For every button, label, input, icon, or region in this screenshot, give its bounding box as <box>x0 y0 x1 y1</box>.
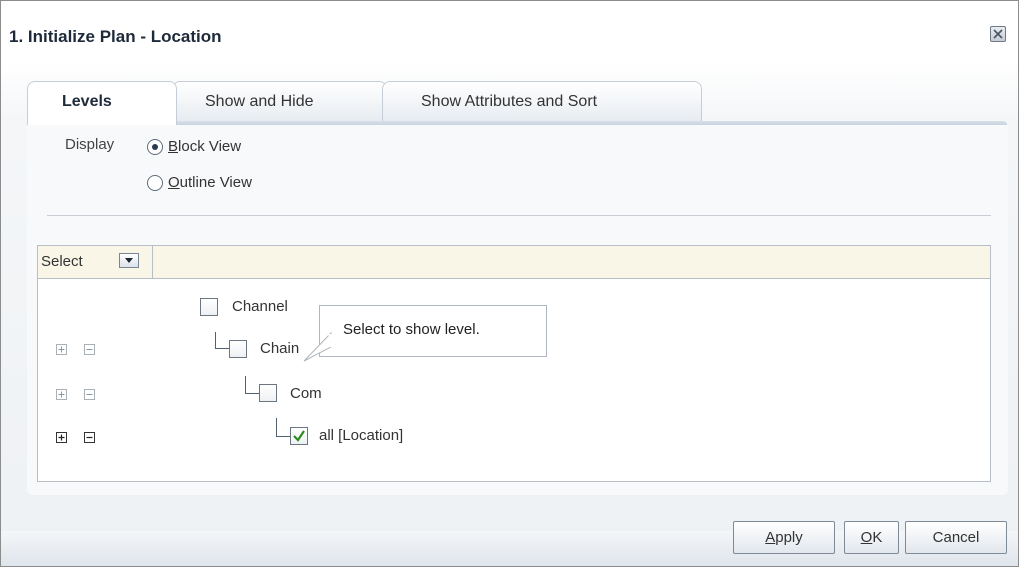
cancel-button[interactable]: Cancel <box>905 521 1007 554</box>
tab-levels-label: Levels <box>62 93 112 110</box>
expand-company-icon[interactable] <box>56 389 67 400</box>
collapse-location-icon[interactable] <box>84 432 95 443</box>
chain-label: Chain <box>260 340 300 357</box>
block-view-label[interactable]: Block View <box>168 138 241 155</box>
checkmark-icon <box>293 430 305 442</box>
collapse-chain-icon[interactable] <box>84 344 95 355</box>
levels-grid: Select Channel Chain Com all [Location] <box>37 245 991 482</box>
grid-header: Select <box>38 246 990 279</box>
tab-show-attributes-label: Show Attributes and Sort <box>421 93 598 110</box>
select-label: Select <box>41 253 83 270</box>
select-column: Select <box>38 246 153 278</box>
company-checkbox[interactable] <box>259 384 277 402</box>
channel-label: Channel <box>232 298 288 315</box>
outline-view-label[interactable]: Outline View <box>168 174 252 191</box>
title-bar: 1. Initialize Plan - Location <box>1 1 1018 61</box>
company-label: Com <box>290 385 322 402</box>
location-label: all [Location] <box>319 427 404 444</box>
close-button[interactable] <box>990 26 1006 42</box>
tooltip-pointer <box>303 331 332 362</box>
tab-bar: Levels Show and Hide Show Attributes and… <box>27 81 1007 125</box>
dialog-body: Levels Show and Hide Show Attributes and… <box>1 61 1018 566</box>
separator <box>47 215 991 216</box>
expand-location-icon[interactable] <box>56 432 67 443</box>
select-dropdown-button[interactable] <box>119 253 139 268</box>
tree-connector <box>245 376 259 394</box>
tab-show-and-hide-label: Show and Hide <box>205 93 314 110</box>
dialog-title: 1. Initialize Plan - Location <box>9 27 222 46</box>
tree-connector <box>215 332 229 349</box>
collapse-company-icon[interactable] <box>84 389 95 400</box>
location-checkbox[interactable] <box>290 427 308 445</box>
expand-chain-icon[interactable] <box>56 344 67 355</box>
block-view-radio[interactable] <box>147 139 163 155</box>
channel-checkbox[interactable] <box>200 298 218 316</box>
ok-button[interactable]: OK <box>844 521 899 554</box>
tooltip: Select to show level. <box>319 305 547 357</box>
tab-show-and-hide[interactable]: Show and Hide <box>172 81 387 121</box>
tree-connector <box>276 418 290 437</box>
outline-view-radio[interactable] <box>147 175 163 191</box>
tooltip-text: Select to show level. <box>343 321 480 338</box>
dialog: 1. Initialize Plan - Location Levels Sho… <box>0 0 1019 567</box>
tab-show-attributes-and-sort[interactable]: Show Attributes and Sort <box>382 81 702 121</box>
close-icon <box>993 29 1003 39</box>
tab-levels[interactable]: Levels <box>27 81 177 125</box>
apply-button[interactable]: Apply <box>733 521 835 554</box>
display-label: Display <box>65 136 115 153</box>
chain-checkbox[interactable] <box>229 340 247 358</box>
